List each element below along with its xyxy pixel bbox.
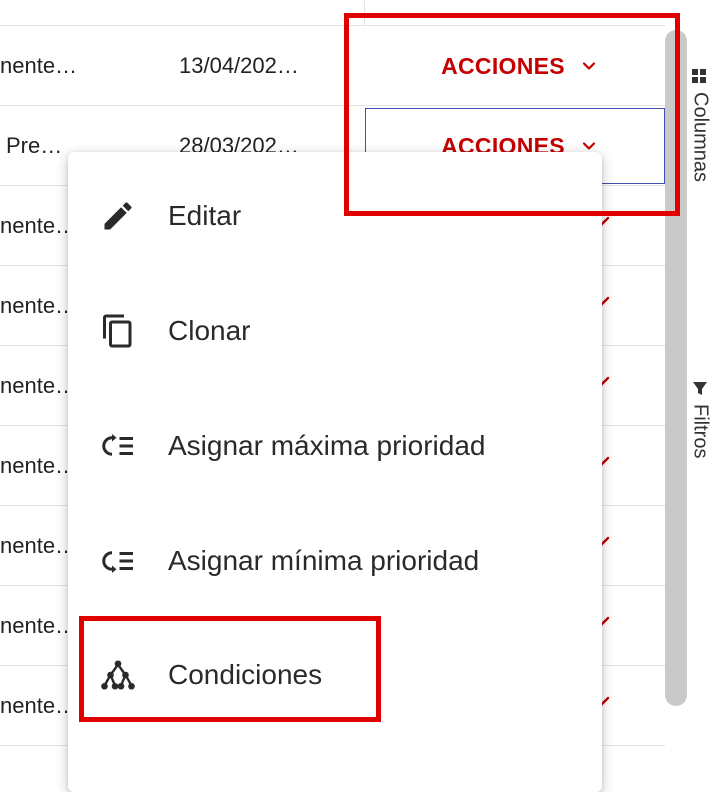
column-divider	[364, 0, 365, 26]
menu-item-min-priority[interactable]: Asignar mínima prioridad	[68, 521, 602, 601]
menu-item-label: Condiciones	[168, 659, 323, 690]
cell-actions: ACCIONES	[365, 26, 665, 106]
menu-item-label: Asignar máxima prioridad	[168, 430, 486, 461]
tab-filters[interactable]: Filtros	[690, 378, 710, 458]
filter-icon	[693, 382, 707, 395]
tab-columns[interactable]: Columnas	[690, 0, 710, 182]
actions-menu: Editar Clonar Asignar máxima prioridad A…	[68, 152, 602, 792]
cell-date: 13/04/202…	[179, 53, 299, 78]
menu-item-condiciones[interactable]: Condiciones	[68, 635, 602, 715]
menu-item-max-priority[interactable]: Asignar máxima prioridad	[68, 406, 602, 486]
tab-columns-label: Columnas	[690, 92, 710, 183]
copy-icon	[100, 313, 136, 349]
menu-item-editar[interactable]: Editar	[68, 176, 602, 256]
table-row[interactable]: nente… 13/04/202… ACCIONES	[0, 26, 665, 106]
menu-item-label: Editar	[168, 200, 242, 231]
actions-button[interactable]: ACCIONES	[441, 53, 599, 80]
tab-filters-label: Filtros	[690, 404, 710, 459]
pencil-icon	[100, 198, 136, 234]
vertical-scrollbar[interactable]	[665, 30, 687, 706]
side-panel: Columnas Filtros	[690, 0, 710, 762]
menu-item-label: Clonar	[168, 315, 251, 346]
chevron-down-icon	[582, 62, 595, 70]
menu-item-label: Asignar mínima prioridad	[168, 545, 480, 576]
priority-list-icon	[100, 543, 136, 579]
actions-button-label: ACCIONES	[441, 52, 565, 79]
cell-name: nente…	[0, 53, 78, 78]
menu-item-clonar[interactable]: Clonar	[68, 291, 602, 371]
columns-icon	[692, 69, 706, 83]
tree-nodes-icon	[100, 657, 136, 693]
priority-list-icon	[100, 428, 136, 464]
